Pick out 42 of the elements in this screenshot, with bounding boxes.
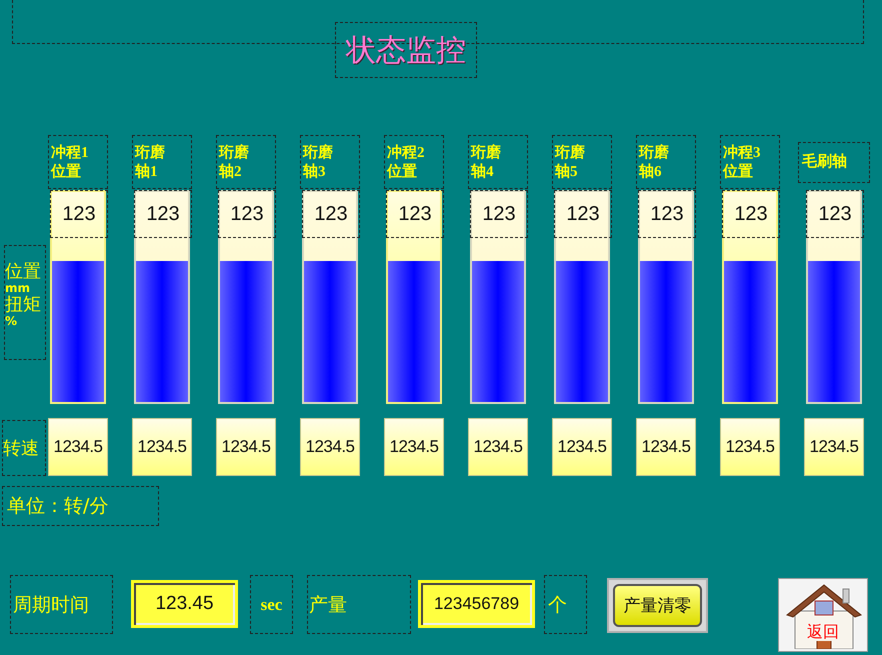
speed-value: 1234.5: [48, 418, 108, 476]
speed-value: 1234.5: [132, 418, 192, 476]
column-label: 珩磨 轴6: [636, 135, 696, 189]
column-label: 珩磨 轴1: [132, 135, 192, 189]
speed-value: 1234.5: [216, 418, 276, 476]
column-label: 冲程3 位置: [720, 135, 780, 189]
column-label: 珩磨 轴5: [552, 135, 612, 189]
speed-value: 1234.5: [300, 418, 360, 476]
cycle-time-unit: sec: [250, 575, 293, 634]
position-torque-label: 位置 mm 扭矩 %: [4, 245, 46, 360]
reset-output-button[interactable]: 产量清零: [607, 578, 708, 633]
bar-reading: 123: [134, 190, 192, 238]
column-label: 毛刷轴: [798, 142, 870, 183]
cycle-time-label: 周期时间: [10, 575, 113, 634]
bar-reading: 123: [638, 190, 696, 238]
bar-reading: 123: [218, 190, 276, 238]
column-label: 珩磨 轴2: [216, 135, 276, 189]
speed-value: 1234.5: [804, 418, 864, 476]
unit-note: 单位：转/分: [2, 486, 159, 526]
output-unit: 个: [544, 575, 587, 634]
page-title: 状态监控: [335, 22, 477, 78]
column-label: 冲程2 位置: [384, 135, 444, 189]
speed-value: 1234.5: [720, 418, 780, 476]
speed-value: 1234.5: [384, 418, 444, 476]
speed-value: 1234.5: [636, 418, 696, 476]
bar-reading: 123: [470, 190, 528, 238]
speed-value: 1234.5: [468, 418, 528, 476]
bar-reading: 123: [50, 190, 108, 238]
bar-reading: 123: [806, 190, 864, 238]
speed-label: 转速: [2, 420, 46, 476]
bar-reading: 123: [302, 190, 360, 238]
column-label: 珩磨 轴4: [468, 135, 528, 189]
column-label: 冲程1 位置: [48, 135, 108, 189]
bar-reading: 123: [386, 190, 444, 238]
output-label: 产量: [307, 575, 411, 634]
bar-reading: 123: [554, 190, 612, 238]
output-value: 123456789: [418, 580, 535, 628]
column-label: 珩磨 轴3: [300, 135, 360, 189]
cycle-time-value: 123.45: [131, 580, 238, 628]
speed-value: 1234.5: [552, 418, 612, 476]
exit-button[interactable]: 返回: [778, 578, 868, 652]
bar-reading: 123: [722, 190, 780, 238]
